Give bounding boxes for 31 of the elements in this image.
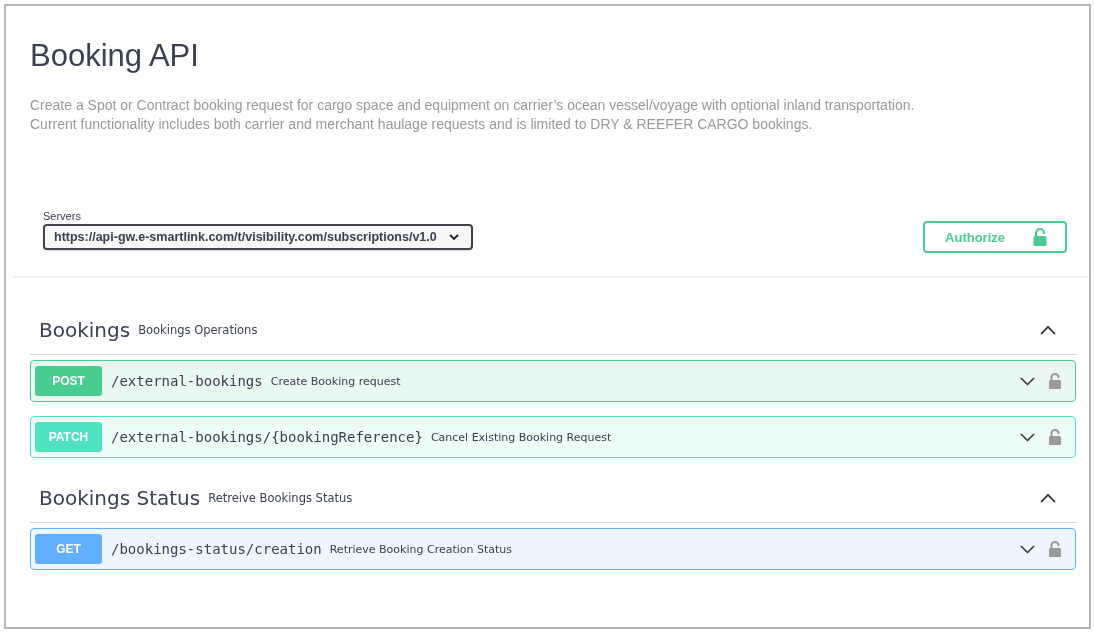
section-title[interactable]: Bookings (39, 318, 131, 342)
servers-label: Servers (43, 210, 82, 222)
padlock-icon[interactable] (1049, 373, 1061, 389)
chevron-down-icon[interactable] (1020, 544, 1035, 554)
padlock-icon[interactable] (1049, 429, 1061, 445)
chevron-down-icon (448, 233, 459, 241)
operation-row[interactable]: GET /bookings-status/creation Retrieve Booking Creation Status (30, 528, 1076, 570)
operation-path: /bookings-status/creation (111, 541, 322, 557)
operation-path: /external-bookings/{bookingReference} (111, 429, 423, 445)
chevron-down-icon[interactable] (1020, 376, 1035, 386)
servers-dropdown[interactable]: https://api-gw.e-smartlink.com/t/visibility.com/subscriptions/v1.0 (43, 224, 473, 250)
operation-summary: Retrieve Booking Creation Status (329, 542, 513, 556)
operation-row[interactable]: PATCH /external-bookings/{bookingReference} Cancel Existing Booking Request (30, 416, 1076, 458)
method-badge: POST (35, 366, 102, 396)
api-title: Booking API (30, 37, 200, 75)
operation-row[interactable]: POST /external-bookings Create Booking request (30, 360, 1076, 402)
api-description: Current functionality includes both carrier and merchant haulage requests and is limited to DRY & REEFER CARGO bookings. (30, 115, 814, 134)
method-badge: GET (35, 534, 102, 564)
chevron-down-icon[interactable] (1020, 432, 1035, 442)
operation-summary: Cancel Existing Booking Request (430, 430, 612, 444)
operation-summary: Create Booking request (270, 374, 401, 388)
unlocked-padlock-icon (1033, 228, 1047, 246)
section-description: Retreive Bookings Status (208, 491, 353, 505)
section-title[interactable]: Bookings Status (39, 486, 201, 510)
padlock-icon[interactable] (1049, 541, 1061, 557)
api-description: Create a Spot or Contract booking request for cargo space and equipment on carrier’s ocean vessel/voyage with optional inland transportation. (30, 96, 916, 115)
chevron-up-icon[interactable] (1040, 493, 1056, 503)
operation-path: /external-bookings (111, 373, 263, 389)
chevron-up-icon[interactable] (1040, 325, 1056, 335)
method-badge: PATCH (35, 422, 102, 452)
section-description: Bookings Operations (138, 323, 258, 337)
